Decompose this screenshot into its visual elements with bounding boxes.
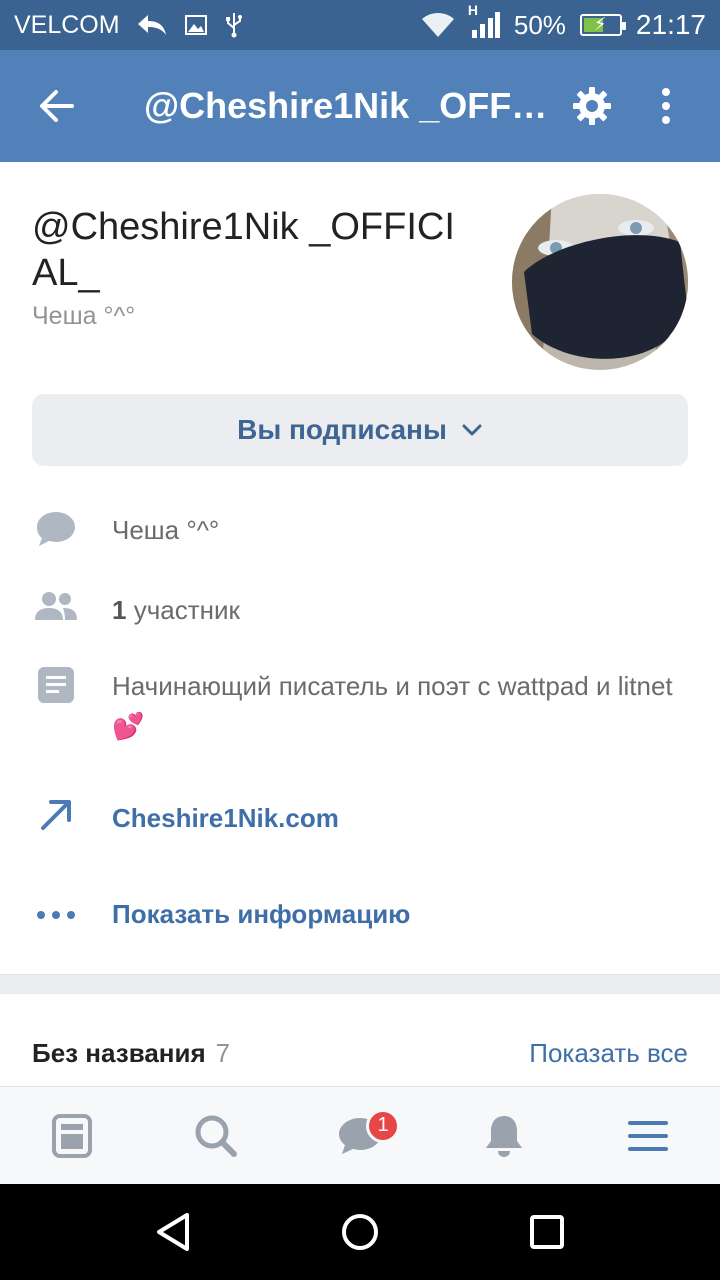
- settings-button[interactable]: [560, 50, 624, 162]
- info-row-description: Начинающий писатель и поэт с wattpad и l…: [0, 666, 720, 746]
- square-recents-icon: [529, 1215, 564, 1249]
- battery-percent: 50%: [513, 9, 566, 40]
- website-link[interactable]: Cheshire1Nik.com: [112, 798, 339, 838]
- tab-search[interactable]: [166, 1087, 266, 1185]
- section-divider: [0, 974, 720, 994]
- subscribed-button[interactable]: Вы подписаны: [32, 394, 688, 466]
- gear-icon: [573, 87, 611, 125]
- more-vertical-icon: [662, 88, 670, 124]
- info-row-status: Чеша °^°: [0, 510, 720, 550]
- section-title: Без названия: [32, 1038, 206, 1068]
- carrier-label: VELCOM: [14, 10, 120, 39]
- subscribed-label: Вы подписаны: [237, 414, 447, 445]
- bottom-tab-bar: 1: [0, 1086, 720, 1184]
- info-row-members[interactable]: 1 участник: [0, 590, 720, 630]
- circle-home-icon: [341, 1214, 378, 1250]
- more-horizontal-icon: [37, 911, 75, 919]
- info-row-more[interactable]: Показать информацию: [0, 894, 720, 934]
- news-icon: [52, 1113, 92, 1158]
- members-count: 1: [112, 595, 127, 625]
- show-all-link[interactable]: Показать все: [529, 1038, 688, 1069]
- avatar[interactable]: [512, 194, 688, 370]
- show-info-link[interactable]: Показать информацию: [112, 894, 410, 934]
- document-icon: [38, 667, 74, 703]
- members-label: участник: [126, 595, 240, 625]
- hamburger-menu-icon: [628, 1120, 668, 1151]
- speech-bubble-icon: [37, 512, 75, 546]
- tab-notifications[interactable]: [454, 1087, 554, 1185]
- image-notification-icon: [184, 13, 208, 37]
- section-count: 7: [215, 1038, 231, 1068]
- profile-status: Чеша °^°: [32, 302, 136, 330]
- wifi-icon: [420, 11, 456, 39]
- description-text: Начинающий писатель и поэт с wattpad и l…: [112, 671, 673, 741]
- chevron-down-icon: [462, 424, 482, 436]
- usb-icon: [224, 12, 244, 38]
- members-icon: [35, 592, 77, 620]
- messages-badge: 1: [366, 1108, 400, 1143]
- nav-back-button[interactable]: [133, 1192, 213, 1272]
- profile-name: @Cheshire1Nik _OFFICIAL_: [32, 206, 455, 294]
- status-bar: VELCOM H 50% ⚡ 21:17: [0, 0, 720, 50]
- header-title: @Cheshire1Nik _OFFICIAL_: [144, 85, 552, 126]
- app-header: @Cheshire1Nik _OFFICIAL_: [0, 50, 720, 162]
- tab-news[interactable]: [22, 1087, 122, 1185]
- back-button[interactable]: [0, 50, 112, 162]
- nav-recents-button[interactable]: [507, 1192, 587, 1272]
- signal-icon: H: [468, 2, 500, 38]
- info-status-text: Чеша °^°: [112, 515, 220, 545]
- reply-notification-icon: [136, 13, 168, 37]
- back-arrow-icon: [40, 90, 74, 122]
- info-row-link[interactable]: Cheshire1Nik.com: [0, 798, 720, 838]
- album-section-header: Без названия 7 Показать все: [0, 994, 720, 1086]
- clock: 21:17: [635, 9, 706, 40]
- battery-icon: ⚡: [579, 14, 626, 36]
- network-type-label: H: [467, 2, 478, 18]
- triangle-back-icon: [157, 1213, 190, 1251]
- system-navigation-bar: [0, 1184, 720, 1280]
- tab-messages[interactable]: 1: [310, 1087, 410, 1185]
- more-options-button[interactable]: [624, 50, 708, 162]
- bell-icon: [486, 1115, 522, 1157]
- tab-menu[interactable]: [598, 1087, 698, 1185]
- nav-home-button[interactable]: [320, 1192, 400, 1272]
- external-link-arrow-icon: [41, 800, 71, 830]
- search-icon: [195, 1115, 237, 1157]
- profile-section: @Cheshire1Nik _OFFICIAL_ Чеша °^° Вы под…: [0, 162, 720, 974]
